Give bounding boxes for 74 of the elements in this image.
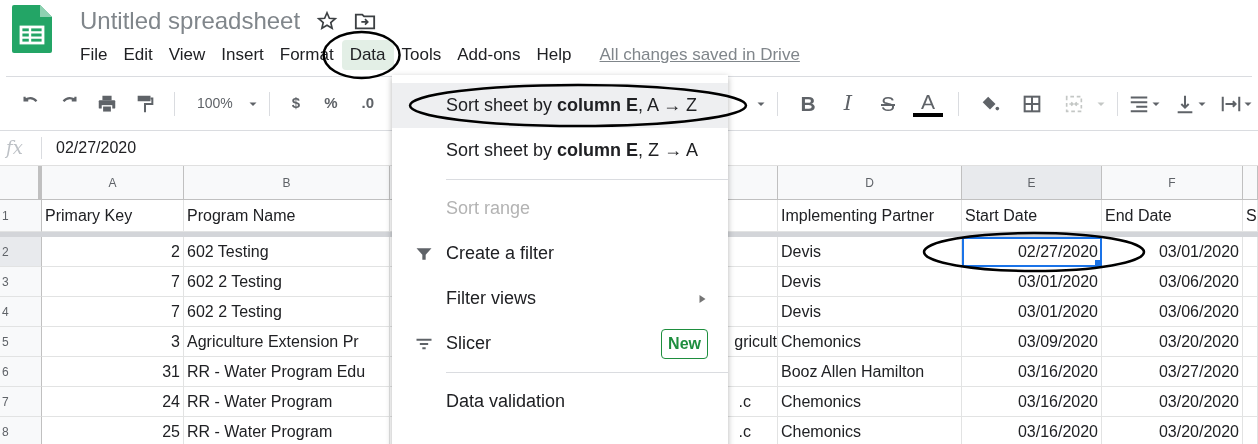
table-cell: Chemonics <box>778 387 962 417</box>
table-cell: Devis <box>778 297 962 327</box>
table-cell: 03/01/2020 <box>962 267 1102 297</box>
row-header[interactable]: 2 <box>0 237 42 267</box>
table-cell: Booz Allen Hamilton <box>778 357 962 387</box>
menu-item[interactable]: View <box>160 40 214 70</box>
table-cell: 602 Testing <box>184 237 390 267</box>
menu-option[interactable]: Filter views <box>392 276 728 321</box>
table-cell: Devis <box>778 237 962 267</box>
menu-option[interactable]: Create a filter <box>392 231 728 276</box>
table-cell: 03/27/2020 <box>1102 357 1243 387</box>
save-status-link[interactable]: All changes saved in Drive <box>599 42 800 68</box>
column-header[interactable]: B <box>184 166 390 200</box>
menu-item[interactable]: Data <box>341 40 394 70</box>
row-header[interactable]: 5 <box>0 327 42 357</box>
table-cell: 03/20/2020 <box>1102 417 1243 444</box>
table-cell: 03/06/2020 <box>1102 297 1243 327</box>
table-cell: 03/20/2020 <box>1102 327 1243 357</box>
table-cell: 31 <box>42 357 184 387</box>
table-cell: 02/27/2020 <box>962 237 1102 267</box>
column-header[interactable]: A <box>42 166 184 200</box>
bold-button[interactable]: B <box>793 87 823 120</box>
star-icon[interactable] <box>316 10 339 32</box>
table-cell: 7 <box>42 267 184 297</box>
table-cell: Devis <box>778 267 962 297</box>
zoom-dropdown[interactable]: 100% <box>197 93 233 114</box>
menu-item[interactable]: Add-ons <box>449 40 529 70</box>
table-cell: 602 2 Testing <box>184 267 390 297</box>
table-cell: 24 <box>42 387 184 417</box>
column-header[interactable]: D <box>778 166 962 200</box>
table-cell: 3 <box>42 327 184 357</box>
menu-option: Sort range <box>392 186 728 231</box>
table-cell: 03/16/2020 <box>962 357 1102 387</box>
menu-item[interactable]: File <box>72 40 116 70</box>
strikethrough-button[interactable]: S <box>873 87 903 120</box>
table-cell: 602 2 Testing <box>184 297 390 327</box>
decimal-button[interactable]: .0 <box>361 92 374 115</box>
table-cell: 03/06/2020 <box>1102 267 1243 297</box>
table-cell: Chemonics <box>778 417 962 444</box>
table-cell: Agriculture Extension Pr <box>184 327 390 357</box>
table-cell: RR - Water Program <box>184 417 390 444</box>
row-header[interactable]: 4 <box>0 297 42 327</box>
table-cell: 7 <box>42 297 184 327</box>
menu-option[interactable]: Sort sheet by column E, A → Z <box>392 83 728 128</box>
row-header[interactable]: 8 <box>0 417 42 444</box>
row-header[interactable]: 7 <box>0 387 42 417</box>
menu-item[interactable]: Insert <box>213 40 272 70</box>
table-cell: RR - Water Program Edu <box>184 357 390 387</box>
column-header[interactable]: E <box>962 166 1102 200</box>
new-badge: New <box>661 328 708 359</box>
percent-button[interactable]: % <box>324 92 338 115</box>
menu-item[interactable]: Help <box>528 40 580 70</box>
formula-input[interactable]: 02/27/2020 <box>42 136 137 160</box>
text-color-button[interactable]: A <box>913 90 943 117</box>
column-header[interactable]: F <box>1102 166 1243 200</box>
table-cell: 25 <box>42 417 184 444</box>
menu-option[interactable]: Sort sheet by column E, Z → A <box>392 128 728 173</box>
table-cell: 03/09/2020 <box>962 327 1102 357</box>
table-cell: Chemonics <box>778 327 962 357</box>
table-cell: RR - Water Program <box>184 387 390 417</box>
table-cell: 03/16/2020 <box>962 417 1102 444</box>
row-header[interactable]: 1 <box>0 200 42 232</box>
italic-button[interactable]: I <box>833 87 863 120</box>
table-cell: 2 <box>42 237 184 267</box>
menu-item[interactable]: Edit <box>115 40 161 70</box>
row-header[interactable]: 3 <box>0 267 42 297</box>
menu-item[interactable]: Tools <box>393 40 450 70</box>
row-header[interactable]: 6 <box>0 357 42 387</box>
table-cell: 03/16/2020 <box>962 387 1102 417</box>
document-title[interactable]: Untitled spreadsheet <box>80 9 301 33</box>
table-cell: 03/01/2020 <box>962 297 1102 327</box>
table-cell: 03/01/2020 <box>1102 237 1243 267</box>
table-cell: 03/20/2020 <box>1102 387 1243 417</box>
currency-button[interactable]: $ <box>291 92 301 115</box>
